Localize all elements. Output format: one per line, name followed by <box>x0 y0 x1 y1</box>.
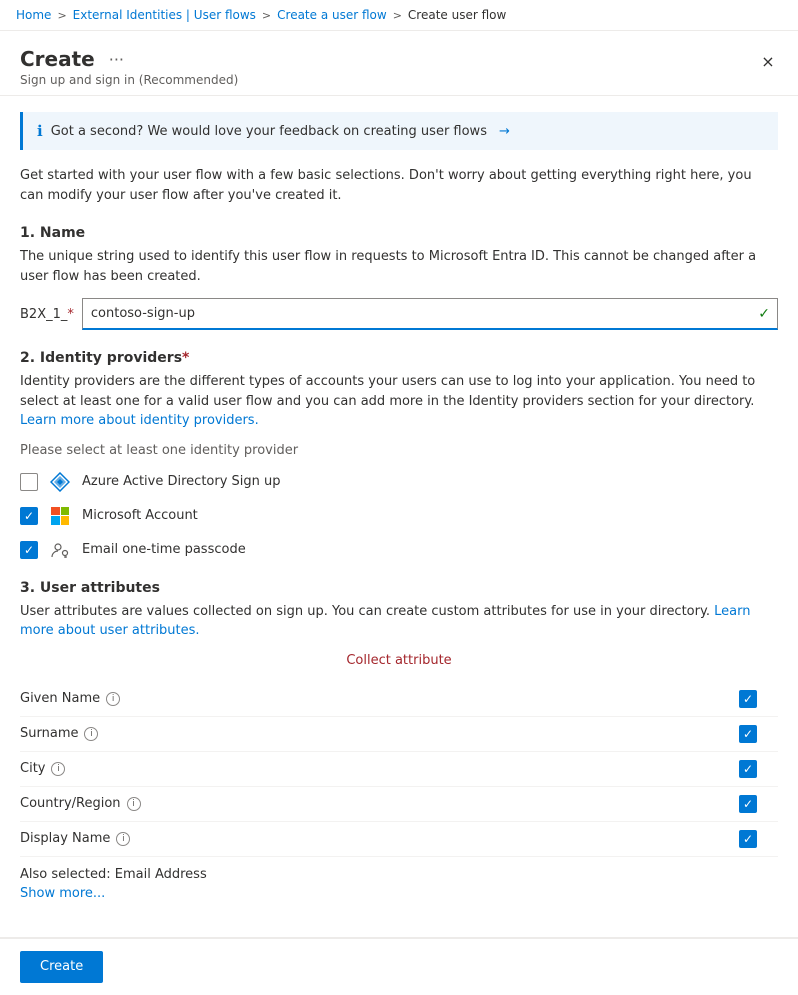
attr-row-country: Country/Region i ✓ <box>20 787 778 822</box>
info-banner-text: Got a second? We would love your feedbac… <box>51 124 487 139</box>
attr-row-display-name: Display Name i ✓ <box>20 822 778 857</box>
attr-checkbox-col-display-name: ✓ <box>718 830 778 848</box>
section-identity-title: 2. Identity providers* <box>20 350 778 366</box>
breadcrumb: Home > External Identities | User flows … <box>0 0 798 31</box>
name-prefix: B2X_1_* <box>20 307 74 322</box>
info-circle-city[interactable]: i <box>51 762 65 776</box>
attr-checkbox-col-country: ✓ <box>718 795 778 813</box>
page-header: Create ··· Sign up and sign in (Recommen… <box>0 31 798 96</box>
breadcrumb-sep-2: > <box>262 9 271 22</box>
collect-attribute-header: Collect attribute <box>20 653 778 668</box>
provider-list: Azure Active Directory Sign up ✓ Microso… <box>20 472 778 560</box>
attr-name-given-name: Given Name i <box>20 691 718 706</box>
breadcrumb-external-identities[interactable]: External Identities | User flows <box>73 8 256 22</box>
section-identity-desc: Identity providers are the different typ… <box>20 372 778 431</box>
ms-icon-q3 <box>51 516 60 525</box>
info-banner-link[interactable]: → <box>499 124 510 139</box>
main-content: ℹ Got a second? We would love your feedb… <box>0 112 798 937</box>
section-name-desc: The unique string used to identify this … <box>20 247 778 286</box>
learn-more-identity-link[interactable]: Learn more about identity providers. <box>20 413 259 428</box>
name-required-star: * <box>67 307 74 322</box>
intro-text: Get started with your user flow with a f… <box>20 166 778 205</box>
create-button[interactable]: Create <box>20 951 103 983</box>
breadcrumb-sep-3: > <box>393 9 402 22</box>
attr-checkbox-city[interactable]: ✓ <box>739 760 757 778</box>
info-banner: ℹ Got a second? We would love your feedb… <box>20 112 778 150</box>
footer: Create <box>0 938 798 995</box>
info-icon: ℹ <box>37 122 43 140</box>
attr-row-city: City i ✓ <box>20 752 778 787</box>
also-selected-text: Also selected: Email Address <box>20 867 778 882</box>
page-title: Create <box>20 47 95 71</box>
show-more-link[interactable]: Show more... <box>20 886 778 901</box>
section-attributes-title: 3. User attributes <box>20 580 778 596</box>
attr-checkbox-col-city: ✓ <box>718 760 778 778</box>
ms-icon-q2 <box>61 507 70 516</box>
attr-checkbox-given-name[interactable]: ✓ <box>739 690 757 708</box>
attr-checkbox-surname[interactable]: ✓ <box>739 725 757 743</box>
ms-icon-q1 <box>51 507 60 516</box>
info-circle-display-name[interactable]: i <box>116 832 130 846</box>
close-button[interactable]: × <box>754 47 782 75</box>
attr-row-given-name: Given Name i ✓ <box>20 682 778 717</box>
breadcrumb-create-user-flow[interactable]: Create a user flow <box>277 8 387 22</box>
ms-icon-q4 <box>61 516 70 525</box>
provider-item-email[interactable]: ✓ Email one-time passcode <box>20 540 778 560</box>
attr-name-display-name: Display Name i <box>20 831 718 846</box>
ip-required-star: * <box>182 350 189 366</box>
info-circle-given-name[interactable]: i <box>106 692 120 706</box>
attr-checkbox-col-given-name: ✓ <box>718 690 778 708</box>
breadcrumb-current: Create user flow <box>408 8 506 22</box>
provider-item-microsoft[interactable]: ✓ Microsoft Account <box>20 506 778 526</box>
attr-name-surname: Surname i <box>20 726 718 741</box>
provider-checkbox-aad[interactable] <box>20 473 38 491</box>
ip-warning-text: Please select at least one identity prov… <box>20 443 778 458</box>
checkbox-check-microsoft: ✓ <box>24 509 34 523</box>
breadcrumb-home[interactable]: Home <box>16 8 51 22</box>
provider-name-email: Email one-time passcode <box>82 542 246 557</box>
azure-icon <box>50 472 70 492</box>
header-subtitle: Sign up and sign in (Recommended) <box>20 73 778 87</box>
input-check-icon: ✓ <box>758 306 770 322</box>
attr-name-city: City i <box>20 761 718 776</box>
checkbox-check-email: ✓ <box>24 543 34 557</box>
name-input-wrapper: ✓ <box>82 298 778 330</box>
section-name-title: 1. Name <box>20 225 778 241</box>
name-input[interactable] <box>82 298 778 330</box>
provider-checkbox-email[interactable]: ✓ <box>20 541 38 559</box>
name-input-row: B2X_1_* ✓ <box>20 298 778 330</box>
attr-row-surname: Surname i ✓ <box>20 717 778 752</box>
info-circle-country[interactable]: i <box>127 797 141 811</box>
attr-checkbox-display-name[interactable]: ✓ <box>739 830 757 848</box>
email-passcode-icon <box>50 540 70 560</box>
header-menu-button[interactable]: ··· <box>103 48 130 71</box>
microsoft-icon <box>50 506 70 526</box>
info-circle-surname[interactable]: i <box>84 727 98 741</box>
breadcrumb-sep-1: > <box>57 9 66 22</box>
provider-checkbox-microsoft[interactable]: ✓ <box>20 507 38 525</box>
provider-name-microsoft: Microsoft Account <box>82 508 198 523</box>
attr-checkbox-country[interactable]: ✓ <box>739 795 757 813</box>
attr-name-country: Country/Region i <box>20 796 718 811</box>
provider-name-aad: Azure Active Directory Sign up <box>82 474 281 489</box>
provider-item-aad[interactable]: Azure Active Directory Sign up <box>20 472 778 492</box>
section-attributes-desc: User attributes are values collected on … <box>20 602 778 641</box>
attr-checkbox-col-surname: ✓ <box>718 725 778 743</box>
